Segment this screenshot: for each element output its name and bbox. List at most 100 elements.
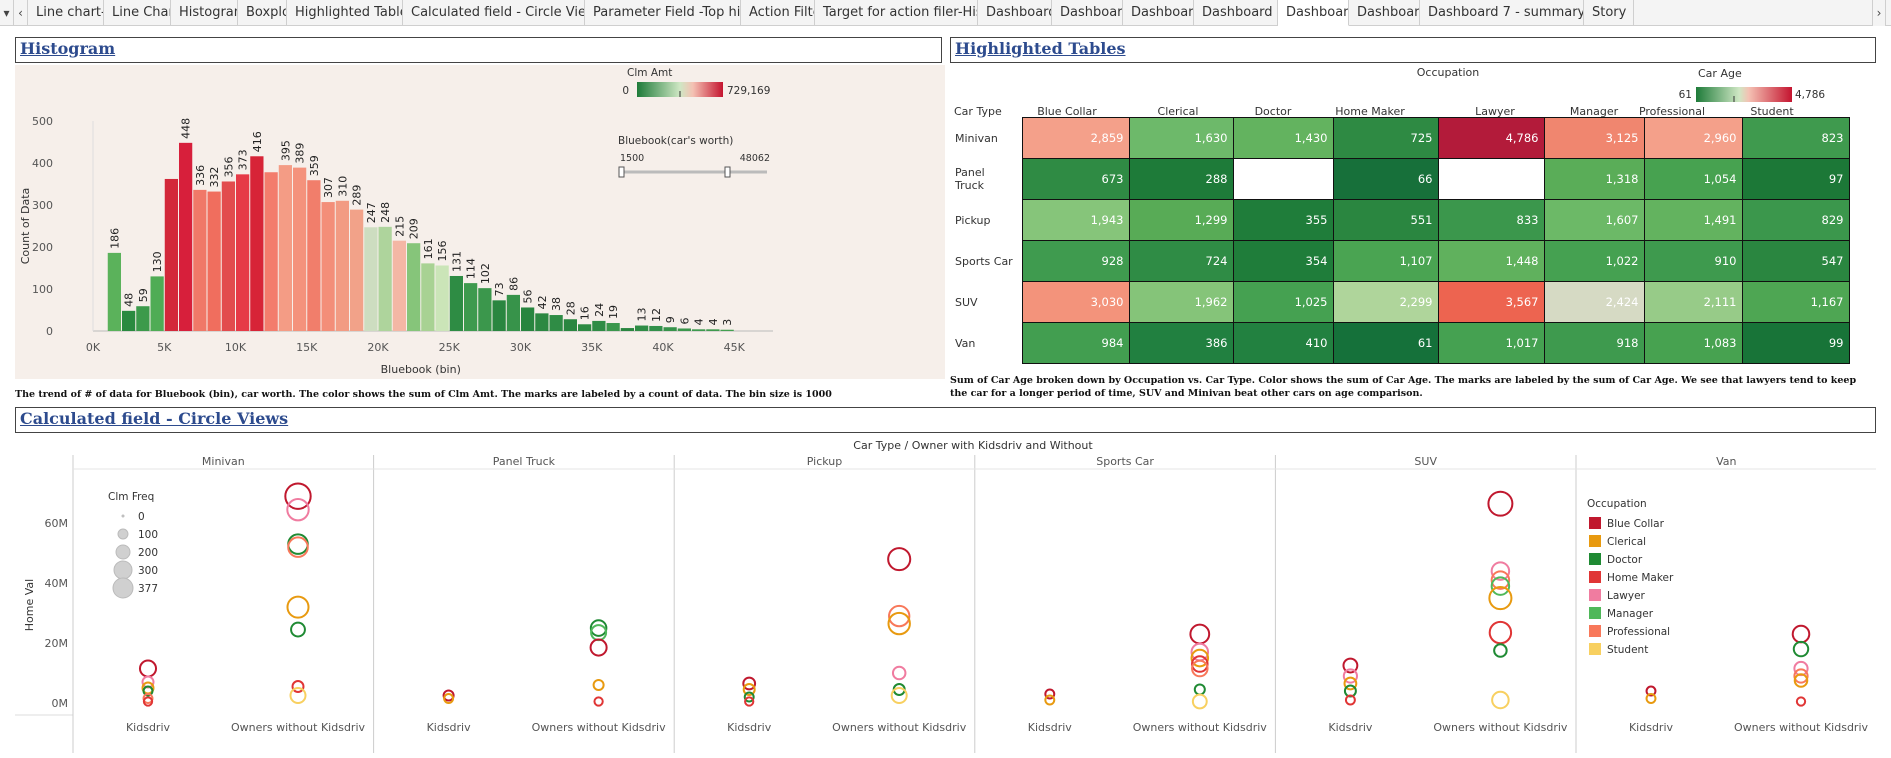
table-cell[interactable]: 2,859 [1021, 117, 1130, 159]
tab-story[interactable]: Story [1584, 0, 1634, 26]
occupation-legend-label[interactable]: Home Maker [1607, 572, 1674, 584]
table-cell[interactable]: 673 [1021, 158, 1130, 200]
histogram-bar[interactable] [250, 156, 264, 331]
table-cell[interactable]: 1,167 [1741, 281, 1850, 323]
table-cell[interactable]: 984 [1021, 322, 1130, 364]
tab-target-for-action-filer-histogram[interactable]: Target for action filer-Histogram [815, 0, 978, 26]
tab-dashboard-4[interactable]: Dashboard 4 [1194, 0, 1278, 26]
table-cell[interactable]: 3,030 [1021, 281, 1130, 323]
occupation-legend-label[interactable]: Lawyer [1607, 590, 1646, 602]
table-cell[interactable]: 1,022 [1543, 240, 1645, 282]
tab-action-filter[interactable]: Action Filter [741, 0, 815, 26]
table-cell[interactable]: 1,299 [1128, 199, 1234, 241]
histogram-bar[interactable] [606, 323, 620, 331]
histogram-bar[interactable] [649, 325, 663, 331]
table-cell[interactable]: 3,567 [1437, 281, 1545, 323]
histogram-bar[interactable] [421, 263, 435, 331]
table-cell[interactable]: 724 [1128, 240, 1234, 282]
table-cell[interactable]: 2,299 [1332, 281, 1439, 323]
occupation-legend-label[interactable]: Clerical [1607, 536, 1646, 548]
tab-dashboard-5[interactable]: Dashboard 5 [1278, 0, 1349, 26]
tab-calculated-field-circle-views[interactable]: Calculated field - Circle Views [403, 0, 585, 26]
histogram-bar[interactable] [378, 226, 392, 331]
table-cell[interactable]: 2,960 [1643, 117, 1743, 159]
histogram-bar[interactable] [321, 202, 335, 331]
histogram-bar[interactable] [706, 329, 720, 331]
table-cell[interactable]: 288 [1128, 158, 1234, 200]
histogram-bar[interactable] [435, 265, 449, 331]
occupation-legend-swatch[interactable] [1589, 571, 1601, 583]
tab-line-chart-1[interactable]: Line chart-1 [28, 0, 104, 26]
table-cell[interactable]: 833 [1437, 199, 1545, 241]
bluebook-slider-min-handle[interactable] [618, 166, 625, 178]
histogram-bar[interactable] [136, 306, 150, 331]
table-cell[interactable]: 1,962 [1128, 281, 1234, 323]
tab-dashboard-3[interactable]: Dashboard 3 [1123, 0, 1194, 26]
tab-line-chart[interactable]: Line Chart [104, 0, 171, 26]
histogram-bar[interactable] [364, 227, 378, 331]
table-cell[interactable]: 1,491 [1643, 199, 1743, 241]
histogram-bar[interactable] [278, 165, 292, 331]
histogram-bar[interactable] [677, 328, 691, 331]
occupation-legend-label[interactable]: Professional [1607, 626, 1670, 638]
tab-dashboard-7-summary-reco-[interactable]: Dashboard 7 - summary/reco... [1420, 0, 1584, 26]
table-cell[interactable]: 354 [1232, 240, 1334, 282]
occupation-legend-swatch[interactable] [1589, 589, 1601, 601]
tab-parameter-field-top-high-clai-[interactable]: Parameter Field -Top high clai... [585, 0, 741, 26]
table-cell[interactable]: 829 [1741, 199, 1850, 241]
table-cell[interactable]: 1,943 [1021, 199, 1130, 241]
histogram-title[interactable]: Histogram [20, 39, 115, 58]
prev-tab-icon[interactable]: ‹ [14, 0, 28, 26]
histogram-bar[interactable] [492, 300, 506, 331]
bluebook-slider-max-handle[interactable] [724, 166, 731, 178]
table-cell[interactable]: 4,786 [1437, 117, 1545, 159]
histogram-bar[interactable] [122, 310, 136, 331]
tab-histogram[interactable]: Histogram [171, 0, 238, 26]
table-cell[interactable]: 1,607 [1543, 199, 1645, 241]
histogram-bar[interactable] [506, 294, 520, 331]
table-cell[interactable]: 99 [1741, 322, 1850, 364]
circle-view-title[interactable]: Calculated field - Circle Views [20, 409, 288, 428]
histogram-bar[interactable] [350, 209, 364, 331]
table-cell[interactable]: 1,630 [1128, 117, 1234, 159]
table-cell[interactable]: 1,017 [1437, 322, 1545, 364]
histogram-bar[interactable] [549, 315, 563, 331]
table-cell[interactable]: 547 [1741, 240, 1850, 282]
table-cell[interactable]: 355 [1232, 199, 1334, 241]
histogram-bar[interactable] [179, 142, 193, 331]
histogram-bar[interactable] [293, 167, 307, 331]
table-cell[interactable]: 1,107 [1332, 240, 1439, 282]
histogram-bar[interactable] [578, 324, 592, 331]
histogram-bar[interactable] [521, 307, 535, 331]
histogram-bar[interactable] [592, 320, 606, 331]
histogram-bar[interactable] [164, 178, 178, 331]
occupation-legend-swatch[interactable] [1589, 535, 1601, 547]
table-cell[interactable]: 1,318 [1543, 158, 1645, 200]
histogram-bar[interactable] [478, 288, 492, 331]
tab-dashboard-2[interactable]: Dashboard 2 [1052, 0, 1123, 26]
table-cell[interactable]: 928 [1021, 240, 1130, 282]
table-cell[interactable]: 66 [1332, 158, 1439, 200]
histogram-bar[interactable] [663, 327, 677, 331]
table-cell[interactable] [1437, 158, 1545, 200]
tab-dashboard-6[interactable]: Dashboard 6 [1349, 0, 1420, 26]
histogram-bar[interactable] [449, 275, 463, 331]
tab-highlighted-tables[interactable]: Highlighted Tables [287, 0, 403, 26]
occupation-legend-swatch[interactable] [1589, 625, 1601, 637]
tab-dashboard-1[interactable]: Dashboard 1 [978, 0, 1052, 26]
occupation-legend-label[interactable]: Blue Collar [1607, 518, 1665, 530]
occupation-legend-label[interactable]: Student [1607, 644, 1648, 656]
histogram-bar[interactable] [193, 189, 207, 331]
histogram-bar[interactable] [150, 276, 164, 331]
histogram-bar[interactable] [563, 319, 577, 331]
table-cell[interactable]: 410 [1232, 322, 1334, 364]
histogram-bar[interactable] [207, 191, 221, 331]
histogram-bar[interactable] [307, 180, 321, 331]
highlight-table-title[interactable]: Highlighted Tables [955, 39, 1126, 58]
occupation-legend-label[interactable]: Doctor [1607, 554, 1643, 566]
table-cell[interactable]: 1,054 [1643, 158, 1743, 200]
histogram-bar[interactable] [635, 325, 649, 331]
histogram-bar[interactable] [236, 174, 250, 331]
table-cell[interactable] [1232, 158, 1334, 200]
table-cell[interactable]: 1,083 [1643, 322, 1743, 364]
